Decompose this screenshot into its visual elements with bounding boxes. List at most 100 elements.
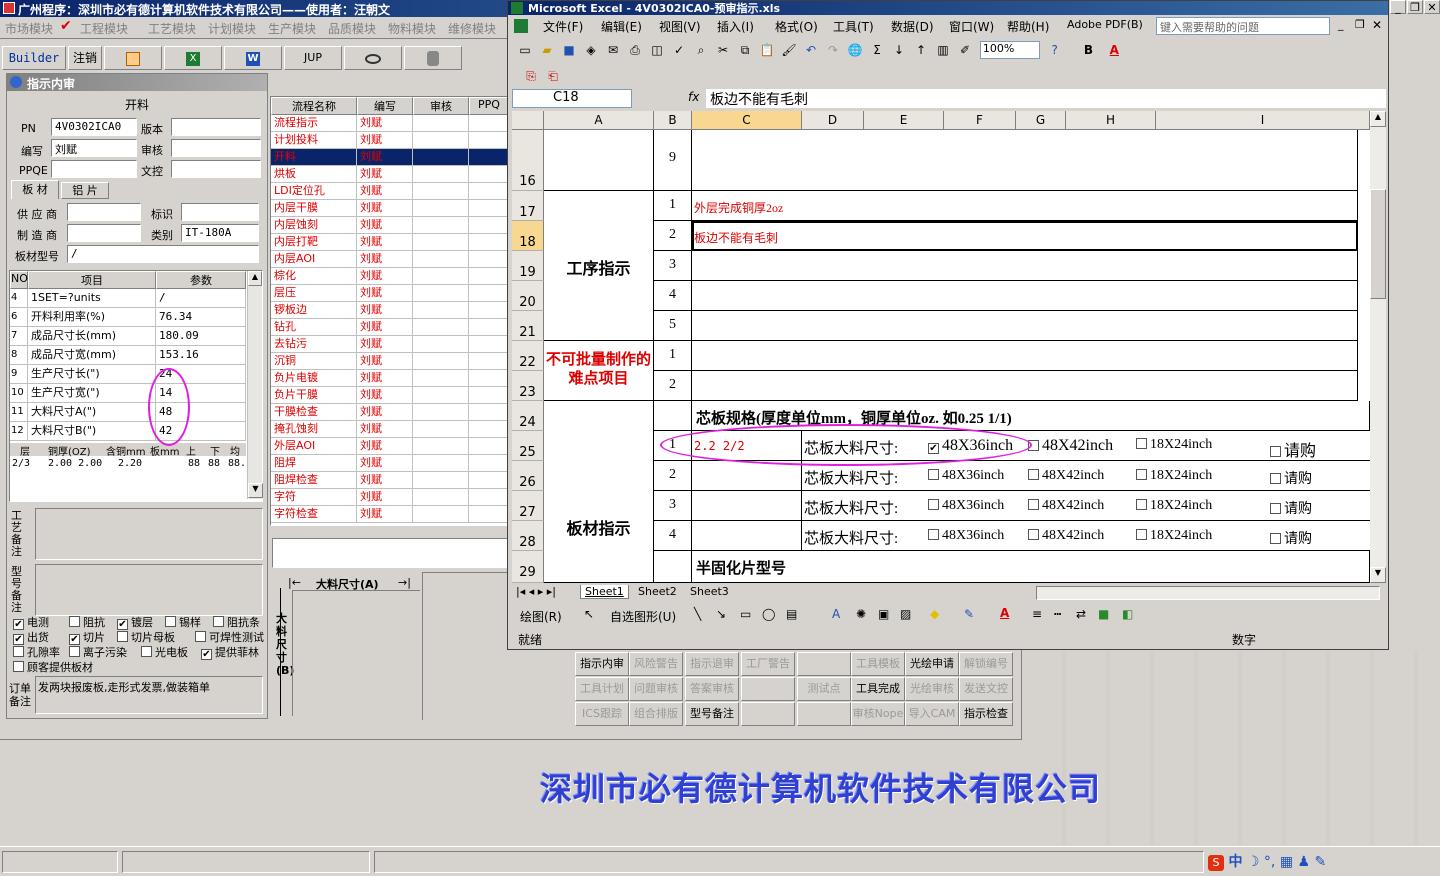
cell-c16[interactable] bbox=[692, 130, 1358, 191]
cell-b23[interactable]: 2 bbox=[654, 371, 692, 401]
spelling-icon[interactable]: ✓ bbox=[670, 41, 688, 59]
menu-data[interactable]: 数据(D) bbox=[886, 18, 939, 35]
checkbox[interactable] bbox=[1136, 469, 1147, 480]
rectangle-icon[interactable]: ▭ bbox=[740, 607, 751, 621]
research-icon[interactable]: ⌕ bbox=[692, 41, 710, 59]
row-header-24[interactable]: 24 bbox=[512, 401, 544, 431]
logout-button[interactable]: 注销 bbox=[68, 46, 102, 70]
sheet-hscroll[interactable] bbox=[1036, 586, 1380, 600]
core-size-option[interactable]: 18X24inch bbox=[1136, 468, 1212, 484]
checkbox[interactable] bbox=[1136, 529, 1147, 540]
params-row[interactable]: 10 生产尺寸宽(") 14 bbox=[10, 384, 246, 403]
action-button[interactable]: 测试点 bbox=[797, 677, 851, 701]
cell-a24-29[interactable]: 板材指示 bbox=[544, 401, 654, 583]
minimize-doc-icon[interactable]: _ bbox=[1338, 18, 1344, 31]
sheet-tab-3[interactable]: Sheet3 bbox=[686, 585, 733, 598]
core-size-option[interactable]: 18X24inch bbox=[1136, 437, 1212, 453]
col-header-h[interactable]: H bbox=[1066, 111, 1156, 130]
row-header-20[interactable]: 20 bbox=[512, 281, 544, 311]
email-icon[interactable]: ✉ bbox=[604, 41, 622, 59]
module-engineering[interactable]: 工程模块 bbox=[75, 20, 133, 37]
flow-row[interactable]: 去钻污 刘赋 bbox=[271, 336, 509, 353]
draw-menu[interactable]: 绘图(R) bbox=[520, 608, 562, 625]
flow-row[interactable]: 内层AOI 刘赋 bbox=[271, 251, 509, 268]
action-button[interactable]: 发送文控 bbox=[959, 677, 1013, 701]
new-icon[interactable]: ▭ bbox=[516, 41, 534, 59]
params-scrollbar[interactable]: ▲ ▼ bbox=[247, 271, 263, 499]
supplier-field[interactable] bbox=[67, 203, 141, 221]
select-all-corner[interactable] bbox=[512, 111, 544, 130]
database-button[interactable] bbox=[404, 46, 462, 70]
cell-b22[interactable]: 1 bbox=[654, 341, 692, 371]
sheet-vscroll[interactable]: ▲ ▼ bbox=[1370, 111, 1386, 583]
menu-adobe-pdf[interactable]: Adobe PDF(B) bbox=[1062, 18, 1148, 31]
flow-row[interactable]: 烘板 刘赋 bbox=[271, 166, 509, 183]
cut-icon[interactable]: ✂ bbox=[714, 41, 732, 59]
checkbox[interactable] bbox=[213, 616, 224, 627]
permission-icon[interactable]: ◈ bbox=[582, 41, 600, 59]
action-button[interactable]: 型号备注 bbox=[685, 702, 739, 726]
print-preview-icon[interactable]: ◫ bbox=[648, 41, 666, 59]
author-field[interactable]: 刘赋 bbox=[51, 139, 137, 157]
row-header-21[interactable]: 21 bbox=[512, 311, 544, 341]
sort-asc-icon[interactable]: ↓ bbox=[890, 41, 908, 59]
flow-row[interactable]: 内层打靶 刘赋 bbox=[271, 234, 509, 251]
redo-icon[interactable]: ↷ bbox=[824, 41, 842, 59]
paste-icon[interactable]: 📋 bbox=[758, 41, 776, 59]
pdf-email-icon[interactable]: ⎗ bbox=[544, 67, 562, 85]
cell-b19[interactable]: 3 bbox=[654, 251, 692, 281]
module-quality[interactable]: 品质模块 bbox=[323, 20, 381, 37]
word-button[interactable]: W bbox=[224, 46, 282, 70]
cell-c20[interactable] bbox=[692, 281, 1358, 311]
checkbox[interactable] bbox=[1136, 438, 1147, 449]
core-size-option[interactable]: 18X24inch bbox=[1136, 528, 1212, 544]
flow-row[interactable]: LDI定位孔 刘赋 bbox=[271, 183, 509, 200]
cell-b17[interactable]: 1 bbox=[654, 191, 692, 221]
checkbox[interactable] bbox=[1136, 499, 1147, 510]
checkbox[interactable] bbox=[13, 646, 24, 657]
cell-b28[interactable]: 4 bbox=[654, 521, 692, 551]
action-button[interactable]: 组合排版 bbox=[629, 702, 683, 726]
flow-input[interactable] bbox=[272, 538, 510, 568]
chart-wizard-icon[interactable]: ▥ bbox=[934, 41, 952, 59]
cell-c21[interactable] bbox=[692, 311, 1358, 341]
formula-input[interactable]: 板边不能有毛刺 bbox=[706, 89, 1386, 108]
sort-desc-icon[interactable]: ↑ bbox=[912, 41, 930, 59]
pdf-convert-icon[interactable]: ⎘ bbox=[522, 67, 540, 85]
cell-b24[interactable] bbox=[654, 401, 692, 431]
flow-row[interactable]: 流程指示 刘赋 bbox=[271, 115, 509, 132]
checkbox-option[interactable]: 切片母板 bbox=[117, 629, 175, 645]
col-header-f[interactable]: F bbox=[944, 111, 1016, 130]
maker-field[interactable] bbox=[67, 224, 141, 242]
format-painter-icon[interactable]: 🖌 bbox=[780, 41, 798, 59]
action-button[interactable]: ICS跟踪 bbox=[575, 702, 629, 726]
action-button[interactable] bbox=[741, 677, 795, 701]
checkbox-option[interactable]: 锡样 bbox=[165, 614, 201, 630]
drawing-icon[interactable]: ✐ bbox=[956, 41, 974, 59]
flow-row[interactable]: 负片干膜 刘赋 bbox=[271, 387, 509, 404]
cell-c19[interactable] bbox=[692, 251, 1358, 281]
picture-icon[interactable]: ▨ bbox=[900, 607, 911, 621]
checkbox[interactable] bbox=[1270, 533, 1281, 544]
close-doc-icon[interactable]: ✕ bbox=[1372, 18, 1382, 32]
line-icon[interactable]: ╲ bbox=[694, 607, 701, 621]
undo-icon[interactable]: ↶ bbox=[802, 41, 820, 59]
checkbox-option[interactable]: ✔ 镀层 bbox=[117, 614, 153, 630]
report-button[interactable] bbox=[104, 46, 162, 70]
core-size-option[interactable]: 请购 bbox=[1270, 437, 1316, 461]
excel-button[interactable]: X bbox=[164, 46, 222, 70]
checkbox-option[interactable]: 阻抗 bbox=[69, 614, 105, 630]
module-production[interactable]: 生产模块 bbox=[263, 20, 321, 37]
action-button[interactable] bbox=[741, 702, 795, 726]
action-button[interactable]: 光绘申请 bbox=[905, 652, 959, 676]
core-size-option[interactable]: 48X36inch bbox=[928, 468, 1004, 484]
action-button[interactable]: 导入CAM bbox=[905, 702, 959, 726]
cell-c17[interactable]: 外层完成铜厚2oz bbox=[692, 191, 1358, 221]
params-row[interactable]: 4 1SET=?units / bbox=[10, 289, 246, 308]
checkbox[interactable] bbox=[69, 616, 80, 627]
checkbox[interactable] bbox=[1028, 529, 1039, 540]
cell-a16[interactable] bbox=[544, 130, 654, 191]
flow-row[interactable]: 钻孔 刘赋 bbox=[271, 319, 509, 336]
action-button[interactable]: 工具完成 bbox=[851, 677, 905, 701]
module-material[interactable]: 物料模块 bbox=[383, 20, 441, 37]
